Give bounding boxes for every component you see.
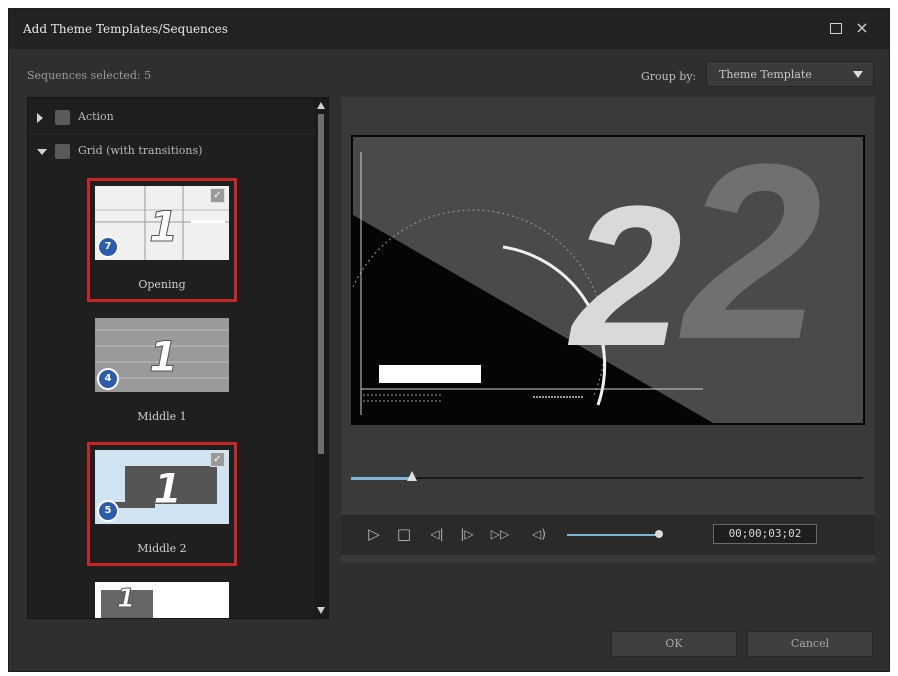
volume-slider[interactable] — [567, 530, 663, 538]
tree-group-action[interactable]: Action — [28, 102, 314, 135]
expand-arrow-icon[interactable] — [37, 113, 43, 123]
thumbnail-grid — [95, 582, 229, 618]
tree-group-label: Grid (with transitions) — [78, 144, 203, 157]
chevron-down-icon — [853, 71, 863, 78]
seek-track — [351, 477, 863, 479]
add-theme-templates-dialog: Add Theme Templates/Sequences × Sequence… — [8, 8, 890, 672]
cancel-button[interactable]: Cancel — [747, 631, 873, 657]
timecode-display: 00;00;03;02 — [713, 524, 817, 544]
checkmark-icon[interactable]: ✓ — [210, 452, 225, 467]
group-by-value: Theme Template — [719, 68, 812, 81]
preview-numeral-front: 2 — [571, 165, 683, 388]
window-title: Add Theme Templates/Sequences — [23, 22, 228, 36]
volume-fill — [567, 534, 659, 536]
sequence-item-middle-1[interactable]: 1 4 Middle 1 — [87, 310, 237, 434]
sequence-label: Middle 2 — [137, 542, 187, 555]
sequence-thumbnail: 1 — [95, 582, 229, 618]
close-icon[interactable]: × — [853, 19, 871, 37]
sequence-thumbnail: 1 4 — [95, 318, 229, 392]
sequence-item-middle-2[interactable]: 1 ✓ 5 Middle 2 — [87, 442, 237, 566]
sequence-label: Opening — [138, 278, 186, 291]
playback-controls: ▷ □ ◁| |▷ ▷▷ ◁) 00;00;03;02 — [341, 515, 875, 555]
stop-icon[interactable]: □ — [395, 525, 413, 543]
sequence-count-badge: 5 — [97, 500, 119, 522]
checkmark-icon[interactable]: ✓ — [210, 188, 225, 203]
volume-knob[interactable] — [655, 530, 663, 538]
sequence-item-partial[interactable]: 1 — [87, 574, 237, 618]
seek-progress-fill — [351, 477, 413, 480]
preview-panel: 2 2 ▷ □ ◁| |▷ ▷▷ ◁) 00;00;03;02 — [341, 97, 875, 563]
sequence-thumbnail: 1 ✓ 5 — [95, 450, 229, 524]
sequence-item-opening[interactable]: 1 ✓ 7 Opening — [87, 178, 237, 302]
sequence-thumbnail: 1 ✓ 7 — [95, 186, 229, 260]
scroll-down-icon[interactable] — [317, 607, 325, 614]
thumbnail-number: 1 — [152, 464, 183, 514]
sequences-selected-count: Sequences selected: 5 — [27, 69, 152, 82]
group-by-dropdown[interactable]: Theme Template — [706, 61, 874, 87]
previous-frame-icon[interactable]: ◁| — [425, 525, 449, 543]
preview-numeral-back: 2 — [683, 135, 823, 391]
tree-group-grid[interactable]: Grid (with transitions) — [28, 136, 314, 168]
next-frame-icon[interactable]: |▷ — [455, 525, 479, 543]
sequence-count-badge: 4 — [97, 368, 119, 390]
group-checkbox[interactable] — [55, 110, 70, 125]
maximize-icon[interactable] — [827, 19, 845, 37]
tree-group-label: Action — [78, 110, 114, 123]
tree-scrollbar[interactable] — [314, 98, 328, 618]
volume-icon[interactable]: ◁) — [527, 525, 551, 543]
seek-handle[interactable] — [407, 471, 418, 481]
thumbnail-number: 1 — [148, 202, 179, 252]
timeline-seek-bar[interactable] — [351, 471, 863, 481]
preview-screen: 2 2 — [351, 135, 865, 425]
group-checkbox[interactable] — [55, 144, 70, 159]
title-bar: Add Theme Templates/Sequences × — [9, 9, 889, 49]
scroll-up-icon[interactable] — [317, 102, 325, 109]
scroll-thumb[interactable] — [318, 114, 324, 454]
thumbnail-number: 1 — [116, 584, 136, 615]
template-tree-panel: Action Grid (with transitions) 1 ✓ 7 Ope… — [27, 97, 329, 619]
ok-button[interactable]: OK — [611, 631, 737, 657]
collapse-arrow-icon[interactable] — [37, 149, 47, 155]
sequence-label: Middle 1 — [137, 410, 187, 423]
sequence-count-badge: 7 — [97, 236, 119, 258]
group-by-label: Group by: — [641, 70, 697, 83]
thumbnail-number: 1 — [148, 332, 179, 382]
play-icon[interactable]: ▷ — [365, 525, 383, 543]
fast-forward-icon[interactable]: ▷▷ — [487, 525, 513, 543]
